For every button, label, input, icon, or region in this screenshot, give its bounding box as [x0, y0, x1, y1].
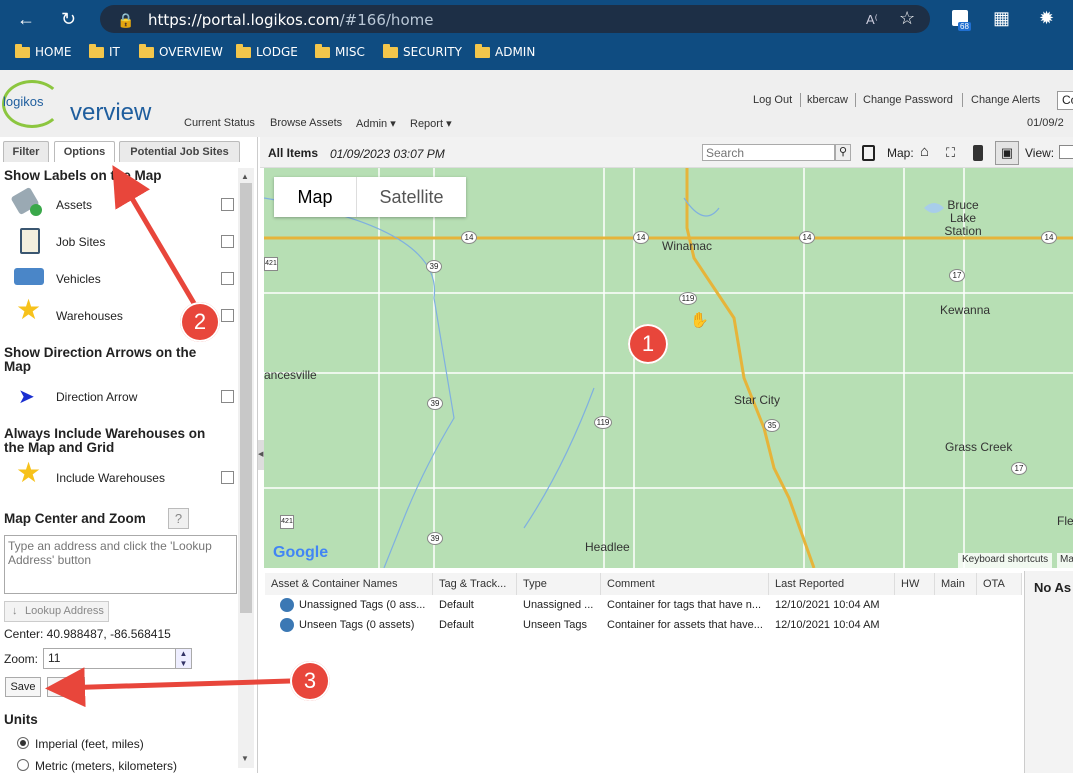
annotation-arrows	[45, 165, 291, 708]
annotation-3: 3	[290, 661, 330, 701]
annotation-2: 2	[180, 302, 220, 342]
annotation-1: 1	[628, 324, 668, 364]
page: ← ↻ 🔒 https://portal.logikos.com/#166/ho…	[0, 0, 1073, 773]
